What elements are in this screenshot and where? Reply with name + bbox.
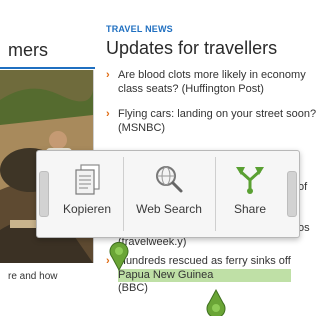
- news-line: (MSNBC): [118, 121, 166, 134]
- news-item[interactable]: › Hundreds rescued as ferry sinks off Pa…: [106, 255, 291, 296]
- bullet-chevron-icon: ›: [106, 69, 110, 81]
- selection-end-handle-icon[interactable]: [205, 289, 227, 316]
- adjacent-article-caption: re and how: [8, 271, 58, 282]
- adjacent-article-heading: mers: [8, 40, 48, 60]
- news-item[interactable]: › Flying cars: landing on your street so…: [106, 108, 316, 135]
- text-selection-popup: Kopieren Web Search Share: [36, 150, 300, 238]
- web-search-icon: [156, 166, 183, 193]
- news-item[interactable]: › Are blood clots more likely in economy…: [106, 69, 306, 96]
- bullet-chevron-icon: ›: [106, 108, 110, 120]
- share-button-label: Share: [233, 202, 267, 216]
- news-line: Flying cars: landing on your street soon…: [118, 108, 317, 120]
- share-icon: [236, 167, 264, 194]
- web-search-button-label: Web Search: [136, 202, 202, 216]
- selection-start-handle-icon[interactable]: [108, 241, 130, 271]
- news-line: class seats? (Huffington Post): [118, 82, 264, 95]
- copy-button-label: Kopieren: [62, 202, 112, 216]
- category-label: TRAVEL NEWS: [106, 24, 173, 34]
- popup-scroll-left-handle[interactable]: [39, 171, 49, 217]
- copy-icon: [75, 164, 100, 195]
- share-button[interactable]: Share: [216, 151, 284, 237]
- web-search-button[interactable]: Web Search: [124, 151, 214, 237]
- selected-text[interactable]: Papua New Guinea: [118, 268, 291, 282]
- news-line: Hundreds rescued as ferry sinks off: [118, 255, 291, 267]
- copy-button[interactable]: Kopieren: [51, 151, 123, 237]
- heading-underline: [0, 67, 95, 69]
- news-line: Are blood clots more likely in economy: [118, 69, 306, 81]
- popup-scroll-right-handle[interactable]: [287, 171, 297, 217]
- page-title: Updates for travellers: [106, 38, 278, 58]
